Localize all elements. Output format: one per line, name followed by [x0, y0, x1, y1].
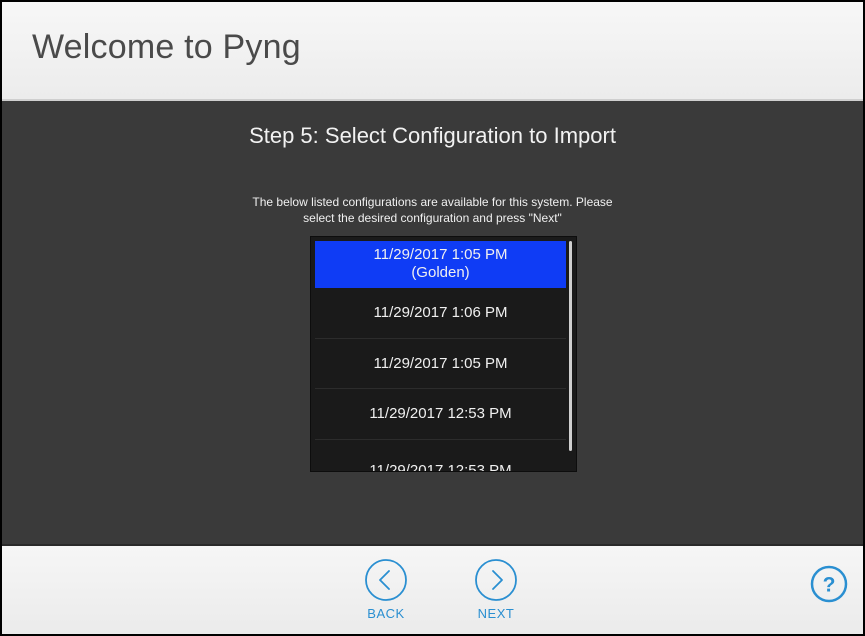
configuration-item-date: 11/29/2017 12:53 PM	[369, 462, 512, 472]
configuration-item[interactable]: 11/29/2017 12:53 PM	[315, 389, 566, 440]
next-label: NEXT	[477, 606, 515, 621]
next-button[interactable]: NEXT	[466, 558, 526, 630]
configuration-item-golden[interactable]: 11/29/2017 1:05 PM (Golden)	[315, 241, 566, 288]
back-button[interactable]: BACK	[356, 558, 416, 630]
header-bar: Welcome to Pyng	[2, 2, 863, 101]
step-title: Step 5: Select Configuration to Import	[249, 123, 616, 148]
footer-bar: BACK NEXT ?	[2, 546, 863, 634]
list-scrollbar[interactable]	[569, 241, 572, 451]
instructions-line-1: The below listed configurations are avai…	[252, 195, 613, 209]
configuration-item[interactable]: 11/29/2017 1:06 PM	[315, 288, 566, 339]
configuration-item[interactable]: 11/29/2017 1:05 PM	[315, 339, 566, 389]
help-icon: ?	[810, 565, 848, 603]
main-panel: Step 5: Select Configuration to Import T…	[2, 101, 863, 546]
chevron-right-circle-icon	[475, 559, 517, 601]
configuration-item-date: 11/29/2017 1:06 PM	[373, 304, 508, 321]
configuration-item-tag: (Golden)	[411, 264, 470, 281]
configuration-item-date: 11/29/2017 1:05 PM	[373, 354, 508, 372]
chevron-left-circle-icon	[365, 559, 407, 601]
page-title: Welcome to Pyng	[32, 28, 301, 66]
app-window: Welcome to Pyng Step 5: Select Configura…	[0, 0, 865, 636]
configuration-item-date: 11/29/2017 12:53 PM	[369, 405, 512, 422]
help-glyph: ?	[823, 574, 836, 597]
back-label: BACK	[367, 606, 405, 621]
help-button[interactable]: ?	[809, 564, 849, 604]
configuration-item-date: 11/29/2017 1:05 PM	[373, 246, 508, 263]
instructions-text: The below listed configurations are avai…	[202, 194, 663, 226]
configuration-item-partial[interactable]: 11/29/2017 12:53 PM	[315, 440, 566, 472]
configuration-list[interactable]: 11/29/2017 1:05 PM (Golden) 11/29/2017 1…	[310, 236, 577, 472]
instructions-line-2: select the desired configuration and pre…	[303, 211, 562, 225]
